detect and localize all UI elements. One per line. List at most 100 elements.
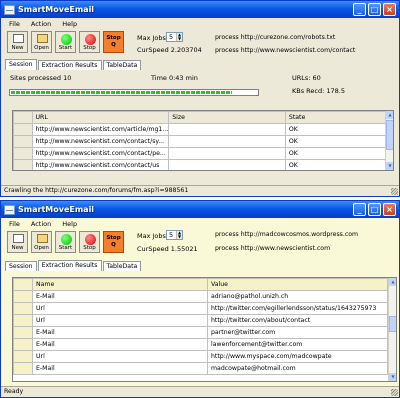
maximize-button[interactable]: □ bbox=[368, 203, 381, 216]
window-title: SmartMoveEmail bbox=[18, 205, 95, 214]
process-line-1: process http://madcowcosmos.wordpress.co… bbox=[215, 231, 359, 238]
new-button[interactable]: New bbox=[7, 31, 28, 53]
scroll-up-icon[interactable]: ▲ bbox=[386, 111, 393, 119]
resize-grip-icon[interactable] bbox=[391, 188, 398, 195]
tab-extraction-results[interactable]: Extraction Results bbox=[37, 260, 102, 271]
max-jobs-spinner[interactable]: 5 ▲ ▼ bbox=[166, 32, 183, 42]
extraction-results-table: Name Value E-Mail adriano@pathol.unizh.ch … bbox=[12, 277, 397, 382]
stop-button[interactable]: Stop bbox=[79, 31, 100, 53]
urls-count: URLs: 60 bbox=[292, 74, 321, 82]
spinner-arrows-icon[interactable]: ▲ ▼ bbox=[176, 231, 182, 239]
toolbar: New Open Start Stop Stop Q bbox=[7, 31, 124, 53]
tab-tabledata[interactable]: TableData bbox=[102, 60, 142, 70]
sites-processed: Sites processed 10 bbox=[10, 74, 72, 82]
close-button[interactable]: × bbox=[383, 203, 396, 216]
scroll-up-icon[interactable]: ▲ bbox=[389, 278, 396, 286]
new-file-icon bbox=[13, 234, 24, 243]
scroll-down-icon[interactable]: ▼ bbox=[386, 162, 393, 170]
tab-tabledata[interactable]: TableData bbox=[102, 261, 142, 271]
crawl-progress-bar bbox=[9, 89, 259, 96]
new-button[interactable]: New bbox=[7, 231, 28, 253]
menu-bar: File Action Help bbox=[1, 18, 399, 30]
start-button[interactable]: Start bbox=[55, 231, 76, 253]
column-header-size[interactable]: Size bbox=[168, 111, 286, 124]
table-row[interactable]: Url http://www.myspace.com/madcowpate bbox=[13, 350, 388, 363]
app-window-results: SmartMoveEmail _ □ × File Action Help Ne… bbox=[0, 200, 400, 398]
column-header-url[interactable]: URL bbox=[31, 111, 170, 124]
open-button[interactable]: Open bbox=[31, 31, 52, 53]
start-icon bbox=[61, 34, 72, 45]
app-icon bbox=[4, 4, 15, 15]
column-header-name[interactable]: Name bbox=[32, 278, 208, 291]
tab-extraction-results[interactable]: Extraction Results bbox=[37, 60, 102, 70]
menu-action[interactable]: Action bbox=[31, 220, 51, 228]
menu-file[interactable]: File bbox=[9, 220, 20, 228]
close-button[interactable]: × bbox=[383, 3, 396, 16]
column-header-state[interactable]: State bbox=[284, 111, 393, 124]
title-bar[interactable]: SmartMoveEmail _ □ × bbox=[1, 201, 399, 218]
process-line-2: process http://www.newscientist.com bbox=[215, 245, 331, 252]
tab-session[interactable]: Session bbox=[5, 261, 37, 271]
tab-strip: Session Extraction Results TableData bbox=[5, 59, 142, 70]
title-bar[interactable]: SmartMoveEmail _ □ × bbox=[1, 1, 399, 18]
vertical-scrollbar[interactable]: ▲ ▼ bbox=[388, 278, 396, 381]
toolbar: New Open Start Stop Stop Q bbox=[7, 231, 124, 253]
process-line-2: process http://www.newscientist.com/cont… bbox=[215, 47, 356, 54]
cur-speed-label: CurSpeed 1.55021 bbox=[137, 245, 198, 253]
status-bar: Crawling the http://curezone.com/forums/… bbox=[1, 185, 399, 196]
status-text: Crawling the http://curezone.com/forums/… bbox=[4, 187, 189, 194]
stop-icon bbox=[85, 34, 96, 45]
status-text: Ready bbox=[4, 388, 24, 395]
new-file-icon bbox=[13, 34, 24, 43]
progress-fill bbox=[11, 91, 233, 94]
folder-icon bbox=[37, 34, 48, 43]
open-button[interactable]: Open bbox=[31, 231, 52, 253]
max-jobs-label: Max Jobs bbox=[137, 34, 166, 42]
stop-queue-button[interactable]: Stop Q bbox=[103, 231, 124, 253]
window-title: SmartMoveEmail bbox=[18, 5, 95, 14]
minimize-button[interactable]: _ bbox=[353, 3, 366, 16]
table-row[interactable]: Url http://twitter.com/egillerlendsson/st… bbox=[13, 302, 388, 315]
max-jobs-label: Max Jobs bbox=[137, 232, 166, 240]
table-row[interactable]: http://www.newscientist.com/contact/us OK bbox=[13, 159, 393, 170]
menu-help[interactable]: Help bbox=[62, 20, 77, 28]
menu-bar: File Action Help bbox=[1, 218, 399, 230]
stop-queue-button[interactable]: Stop Q bbox=[103, 31, 124, 53]
start-icon bbox=[61, 234, 72, 245]
vertical-scrollbar[interactable]: ▲ ▼ bbox=[385, 111, 393, 170]
table-row[interactable]: http://www.newscientist.com/article/mg1.… bbox=[13, 123, 393, 136]
menu-action[interactable]: Action bbox=[31, 20, 51, 28]
table-row[interactable]: Url http://twitter.com/about/contact bbox=[13, 314, 388, 327]
table-row[interactable]: E-Mail lawenforcement@twitter.com bbox=[13, 338, 388, 351]
table-row[interactable]: http://www.newscientist.com/contact/pe..… bbox=[13, 147, 393, 160]
kbs-received: KBs Recd: 178.5 bbox=[292, 87, 345, 95]
tab-session[interactable]: Session bbox=[5, 59, 37, 70]
resize-grip-icon[interactable] bbox=[391, 389, 398, 396]
process-line-1: process http://curezone.com/robots.txt bbox=[215, 34, 336, 41]
session-table: URL Size State http://www.newscientist.com… bbox=[12, 110, 394, 171]
menu-help[interactable]: Help bbox=[62, 220, 77, 228]
table-row[interactable]: E-Mail partner@twitter.com bbox=[13, 326, 388, 339]
elapsed-time: Time 0:43 min bbox=[151, 74, 198, 82]
folder-icon bbox=[37, 234, 48, 243]
app-window-crawling: SmartMoveEmail _ □ × File Action Help Ne… bbox=[0, 0, 400, 197]
table-row[interactable]: E-Mail adriano@pathol.unizh.ch bbox=[13, 290, 388, 303]
tab-strip: Session Extraction Results TableData bbox=[5, 260, 142, 271]
minimize-button[interactable]: _ bbox=[353, 203, 366, 216]
start-button[interactable]: Start bbox=[55, 31, 76, 53]
table-row[interactable]: E-Mail madcowpate@hotmail.com bbox=[13, 362, 388, 375]
menu-file[interactable]: File bbox=[9, 20, 20, 28]
scroll-down-icon[interactable]: ▼ bbox=[389, 373, 396, 381]
spinner-arrows-icon[interactable]: ▲ ▼ bbox=[176, 33, 182, 41]
scroll-thumb[interactable] bbox=[386, 120, 393, 150]
cur-speed-label: CurSpeed 2.203704 bbox=[137, 46, 202, 54]
stop-button[interactable]: Stop bbox=[79, 231, 100, 253]
app-icon bbox=[4, 204, 15, 215]
status-bar: Ready bbox=[1, 386, 399, 397]
column-header-value[interactable]: Value bbox=[207, 278, 388, 291]
table-row[interactable]: http://www.newscientist.com/contact/sy..… bbox=[13, 135, 393, 148]
maximize-button[interactable]: □ bbox=[368, 3, 381, 16]
max-jobs-spinner[interactable]: 5 ▲ ▼ bbox=[166, 230, 183, 240]
stop-icon bbox=[85, 234, 96, 245]
scroll-thumb[interactable] bbox=[389, 316, 396, 332]
